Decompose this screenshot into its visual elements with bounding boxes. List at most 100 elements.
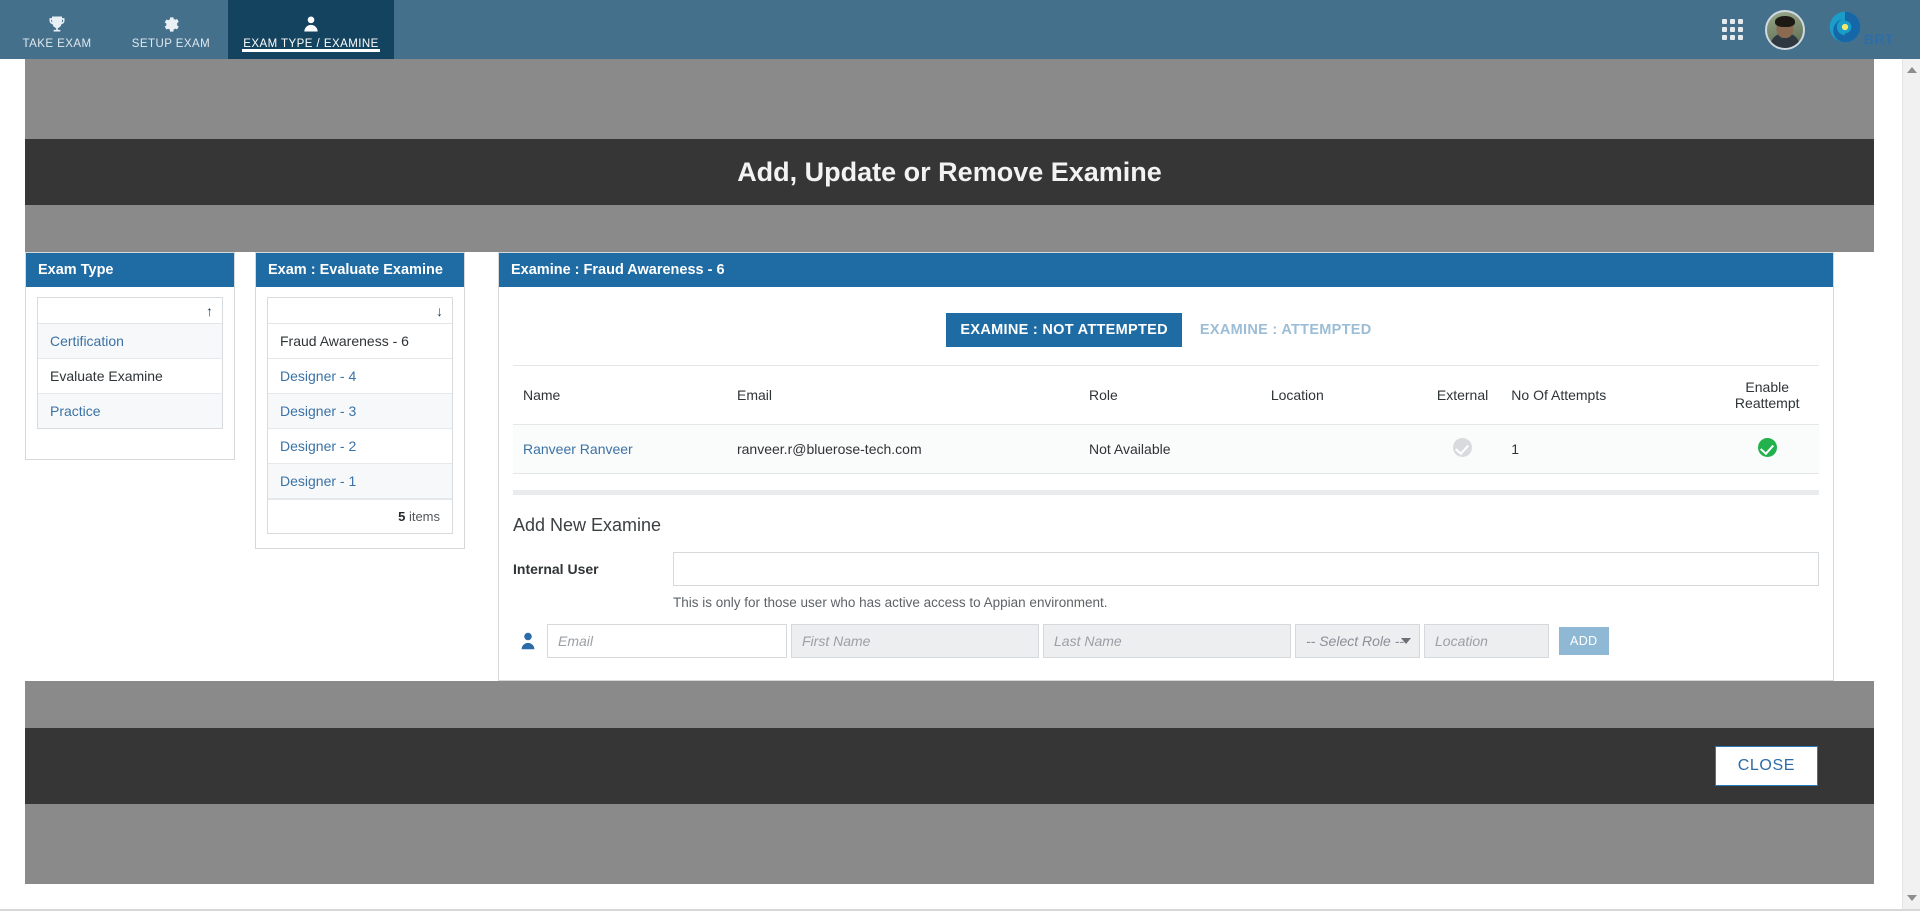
examinee-name-link[interactable]: Ranveer Ranveer [523,441,633,457]
exam-list-item-count: 5 items [268,499,452,533]
exam-list-panel-header: Exam : Evaluate Examine [256,253,464,287]
mid-grey-band [25,205,1874,252]
add-new-examine-section: Add New Examine Internal User This is on… [499,495,1833,680]
internal-user-help-text: This is only for those user who has acti… [673,595,1108,610]
examine-panel-body: EXAMINE : NOT ATTEMPTED EXAMINE : ATTEMP… [499,287,1833,680]
exam-type-list: ↑ Certification Evaluate Examine Practic… [37,297,223,429]
exam-list-panel: Exam : Evaluate Examine ↓ Fraud Awarenes… [255,252,465,549]
exam-type-link-certification[interactable]: Certification [50,333,124,349]
spiral-logo-icon [1827,9,1863,50]
new-role-select[interactable]: -- Select Role -- [1295,624,1420,658]
avatar[interactable] [1764,9,1805,50]
add-button[interactable]: ADD [1559,627,1609,655]
footer-bar: CLOSE [25,728,1874,804]
bottom-grey-band [25,804,1874,884]
exam-list-link-designer-3[interactable]: Designer - 3 [280,403,356,419]
user-icon [301,14,321,34]
cell-location [1260,424,1424,474]
scroll-up-arrow-icon[interactable] [1903,61,1920,79]
column-header-enable-reattempt: Enable Reattempt [1715,365,1819,425]
lower-grey-band [25,681,1874,728]
examine-panel: Examine : Fraud Awareness - 6 EXAMINE : … [498,252,1834,681]
internal-user-row: Internal User [513,552,1819,586]
exam-list-count-suffix: items [405,509,440,524]
nav-item-exam-type-examine[interactable]: EXAM TYPE / EXAMINE [228,0,394,59]
apps-grid-icon[interactable] [1721,19,1743,40]
nav-label-exam-type-examine: EXAM TYPE / EXAMINE [243,37,379,50]
tab-examine-attempted[interactable]: EXAMINE : ATTEMPTED [1182,313,1386,347]
exam-list-link-designer-2[interactable]: Designer - 2 [280,438,356,454]
page-body: Add, Update or Remove Examine Exam Type … [0,59,1920,911]
internal-user-input[interactable] [673,552,1819,586]
exam-list: ↓ Fraud Awareness - 6 Designer - 4 Desig… [267,297,453,534]
new-email-input[interactable] [547,624,787,658]
add-new-examine-title: Add New Examine [513,515,662,535]
examinees-table: Name Email Role Location External No Of … [513,365,1819,474]
page-title-bar: Add, Update or Remove Examine [25,139,1874,205]
new-location-input[interactable] [1424,624,1549,658]
gear-icon [161,14,181,34]
examinees-table-head: Name Email Role Location External No Of … [513,365,1819,425]
cell-no-of-attempts: 1 [1501,424,1716,474]
column-header-email: Email [726,365,1080,425]
examinees-table-body: Ranveer Ranveer ranveer.r@bluerose-tech.… [513,424,1819,474]
exam-list-link-designer-1[interactable]: Designer - 1 [280,473,356,489]
exam-list-link-designer-4[interactable]: Designer - 4 [280,368,356,384]
top-navigation-bar: TAKE EXAM SETUP EXAM EXAM TYPE / EXAMINE [0,0,1920,59]
new-role-select-wrapper: -- Select Role -- [1295,624,1420,658]
cell-name: Ranveer Ranveer [513,424,727,474]
table-row: Ranveer Ranveer ranveer.r@bluerose-tech.… [513,424,1819,474]
cell-enable-reattempt [1715,424,1819,474]
exam-list-item-designer-2[interactable]: Designer - 2 [268,429,452,464]
cell-email: ranveer.r@bluerose-tech.com [726,424,1080,474]
exam-type-item-evaluate-examine[interactable]: Evaluate Examine [38,359,222,394]
scroll-area: Add, Update or Remove Examine Exam Type … [0,59,1902,911]
cell-external [1423,424,1502,474]
column-header-no-of-attempts: No Of Attempts [1501,365,1716,425]
topnav-right-group: BRT [1721,0,1920,59]
column-header-name: Name [513,365,727,425]
column-header-external: External [1423,365,1502,425]
new-last-name-input[interactable] [1043,624,1291,658]
scroll-down-arrow-icon[interactable] [1903,889,1920,907]
exam-type-panel-body: ↑ Certification Evaluate Examine Practic… [26,287,234,459]
exam-list-item-designer-4[interactable]: Designer - 4 [268,359,452,394]
vertical-scrollbar[interactable] [1902,59,1920,911]
exam-type-panel: Exam Type ↑ Certification Evaluate Exami… [25,252,235,460]
sort-descending-icon[interactable]: ↓ [436,304,443,318]
nav-label-setup-exam: SETUP EXAM [131,37,211,50]
person-icon [513,631,543,651]
sort-ascending-icon[interactable]: ↑ [206,304,213,318]
avatar-hair [1774,15,1795,27]
examine-tabs: EXAMINE : NOT ATTEMPTED EXAMINE : ATTEMP… [499,287,1833,365]
nav-item-take-exam[interactable]: TAKE EXAM [0,0,114,59]
check-grey-icon [1453,438,1473,457]
exam-type-item-certification[interactable]: Certification [38,324,222,359]
exam-list-panel-body: ↓ Fraud Awareness - 6 Designer - 4 Desig… [256,287,464,548]
exam-list-sort-bar: ↓ [268,298,452,324]
exam-type-link-practice[interactable]: Practice [50,403,101,419]
exam-list-item-designer-1[interactable]: Designer - 1 [268,464,452,499]
column-header-role: Role [1079,365,1261,425]
exam-list-item-fraud-awareness-6[interactable]: Fraud Awareness - 6 [268,324,452,359]
trophy-icon [47,14,67,34]
new-first-name-input[interactable] [791,624,1039,658]
nav-item-setup-exam[interactable]: SETUP EXAM [114,0,228,59]
brand-logo[interactable]: BRT [1827,9,1894,50]
exam-type-panel-header: Exam Type [26,253,234,287]
examinees-table-wrapper: Name Email Role Location External No Of … [499,365,1833,474]
top-grey-band [25,59,1874,139]
nav-label-take-exam: TAKE EXAM [22,37,92,50]
check-green-icon[interactable] [1757,438,1777,457]
close-button[interactable]: CLOSE [1714,746,1818,786]
column-header-location: Location [1260,365,1424,425]
exam-type-item-practice[interactable]: Practice [38,394,222,428]
internal-user-label: Internal User [513,561,599,577]
new-examine-input-row: -- Select Role -- ADD [513,610,1819,680]
content-container: Add, Update or Remove Examine Exam Type … [25,59,1874,884]
tab-examine-not-attempted[interactable]: EXAMINE : NOT ATTEMPTED [946,313,1182,347]
panels-row: Exam Type ↑ Certification Evaluate Exami… [25,252,1874,681]
exam-list-item-designer-3[interactable]: Designer - 3 [268,394,452,429]
cell-role: Not Available [1079,424,1261,474]
table-header-row: Name Email Role Location External No Of … [513,365,1819,425]
